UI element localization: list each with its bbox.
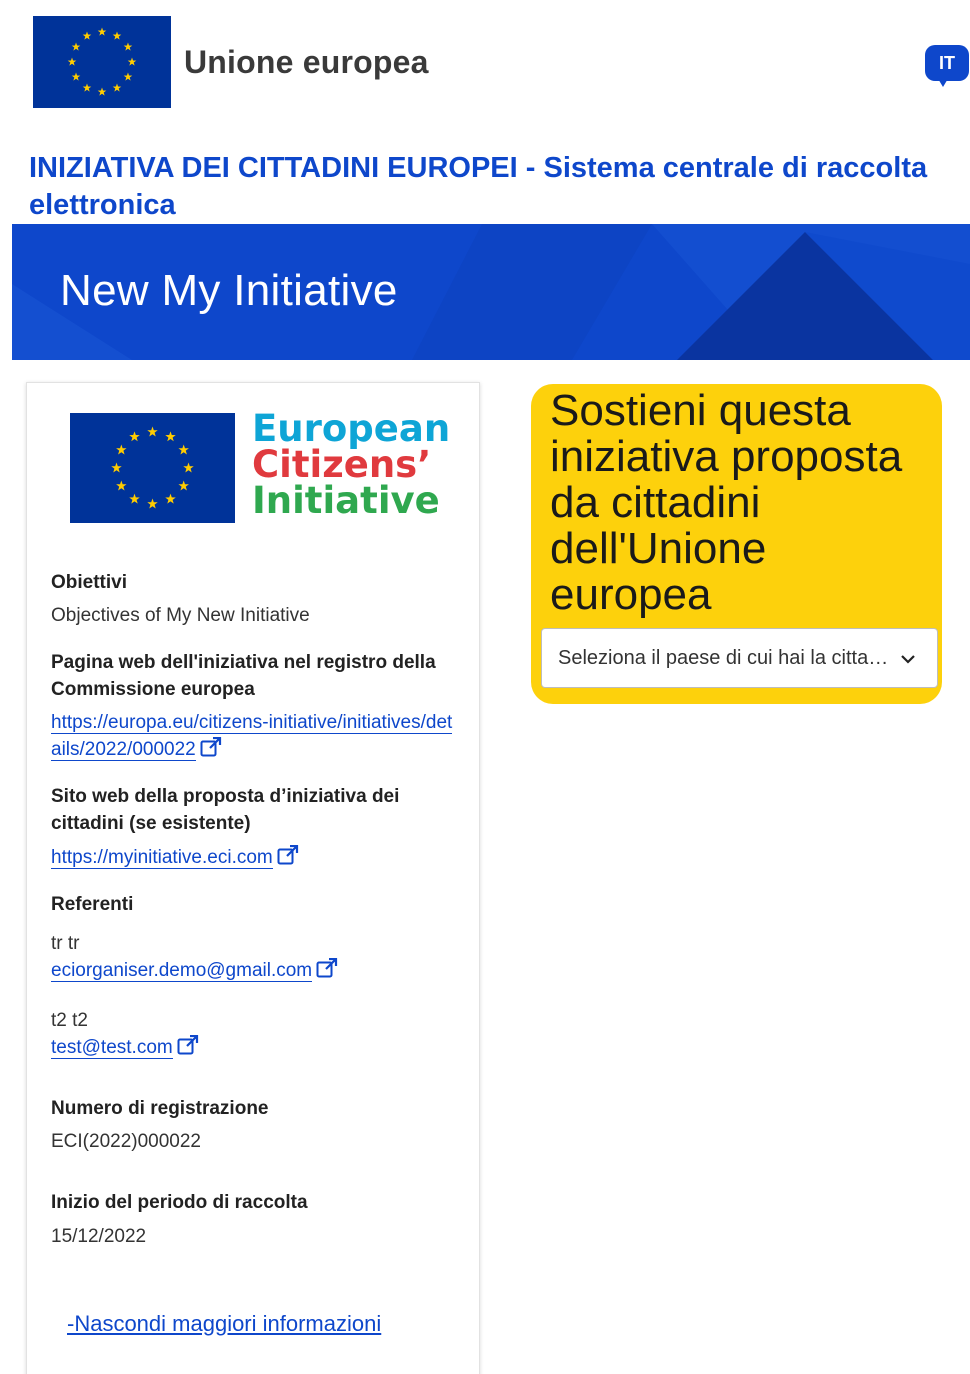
support-panel: Sostieni questa iniziativa proposta da c… xyxy=(531,384,942,704)
eu-star xyxy=(178,480,189,491)
website-link[interactable]: https://myinitiative.eci.com xyxy=(51,844,461,871)
eu-star xyxy=(82,31,92,40)
language-selector-button[interactable]: IT xyxy=(925,45,969,89)
support-title: Sostieni questa iniziativa proposta da c… xyxy=(550,386,903,619)
country-select[interactable]: Seleziona il paese di cui hai la cittadi… xyxy=(541,628,938,688)
page-banner: New My Initiative xyxy=(12,224,970,360)
site-name[interactable]: Unione europea xyxy=(184,44,429,81)
initiative-info-card: European Citizens’ Initiative Obiettivi … xyxy=(26,382,480,1374)
logo-line-2: Citizens’ xyxy=(252,443,432,486)
eu-star xyxy=(112,31,122,40)
portal-title[interactable]: INIZIATIVA DEI CITTADINI EUROPEI - Siste… xyxy=(29,150,964,224)
contact-name: tr tr xyxy=(51,933,80,954)
logo-line-1: European xyxy=(252,407,451,450)
eu-star xyxy=(127,57,137,66)
chevron-down-icon xyxy=(901,655,915,664)
objectives-value: Objectives of My New Initiative xyxy=(51,605,310,626)
hide-more-info-link[interactable]: -Nascondi maggiori informazioni xyxy=(67,1311,381,1337)
eu-star xyxy=(183,462,194,473)
objectives-label: Obiettivi xyxy=(51,572,128,593)
eu-star xyxy=(147,426,158,437)
contact-name: t2 t2 xyxy=(51,1010,88,1031)
logo-line-3: Initiative xyxy=(252,479,440,522)
eu-star xyxy=(147,498,158,509)
eu-star xyxy=(123,42,133,51)
eu-star xyxy=(71,72,81,81)
eci-flag-logo xyxy=(70,413,235,523)
eu-star xyxy=(116,480,127,491)
eu-star xyxy=(97,27,107,36)
contact-email-link[interactable]: test@test.com xyxy=(51,1034,461,1061)
country-select-placeholder: Seleziona il paese di cui hai la cittadi… xyxy=(558,647,893,669)
external-link-icon xyxy=(316,958,338,978)
collection-start-value: 15/12/2022 xyxy=(51,1226,147,1247)
eu-star xyxy=(67,57,77,66)
eu-star xyxy=(116,444,127,455)
eu-star xyxy=(178,444,189,455)
eu-star xyxy=(123,72,133,81)
site-header: Unione europea IT xyxy=(0,0,970,130)
eu-star xyxy=(112,83,122,92)
registration-number-value: ECI(2022)000022 xyxy=(51,1131,201,1152)
language-code: IT xyxy=(925,45,969,81)
eu-stars xyxy=(67,27,137,96)
contact-email: eciorganiser.demo@gmail.com xyxy=(51,960,313,982)
eu-star xyxy=(82,83,92,92)
eu-star xyxy=(71,42,81,51)
register-page-url: https://europa.eu/citizens-initiative/in… xyxy=(51,712,453,761)
eu-star xyxy=(165,493,176,504)
eu-star xyxy=(97,87,107,96)
eu-star xyxy=(129,493,140,504)
collection-start-label: Inizio del periodo di raccolta xyxy=(51,1192,308,1213)
speech-bubble-icon xyxy=(937,77,949,87)
eu-flag-logo[interactable] xyxy=(33,16,171,108)
website-label: Sito web della proposta d’iniziativa dei… xyxy=(51,786,400,834)
external-link-icon xyxy=(277,845,298,865)
register-page-link[interactable]: https://europa.eu/citizens-initiative/in… xyxy=(51,709,461,763)
contact-email: test@test.com xyxy=(51,1037,173,1059)
external-link-icon xyxy=(177,1035,198,1055)
eu-stars-large xyxy=(111,426,194,509)
contacts-label: Referenti xyxy=(51,894,134,915)
registration-number-label: Numero di registrazione xyxy=(51,1098,269,1119)
eu-star xyxy=(111,462,122,473)
initiative-title: New My Initiative xyxy=(60,266,398,315)
eu-star xyxy=(165,431,176,442)
contact-email-link[interactable]: eciorganiser.demo@gmail.com xyxy=(51,957,461,984)
external-link-icon xyxy=(200,737,221,757)
eci-logo-text: European Citizens’ Initiative xyxy=(252,407,451,522)
website-url: https://myinitiative.eci.com xyxy=(51,847,273,869)
register-page-label: Pagina web dell'iniziativa nel registro … xyxy=(51,652,436,700)
eu-star xyxy=(129,431,140,442)
